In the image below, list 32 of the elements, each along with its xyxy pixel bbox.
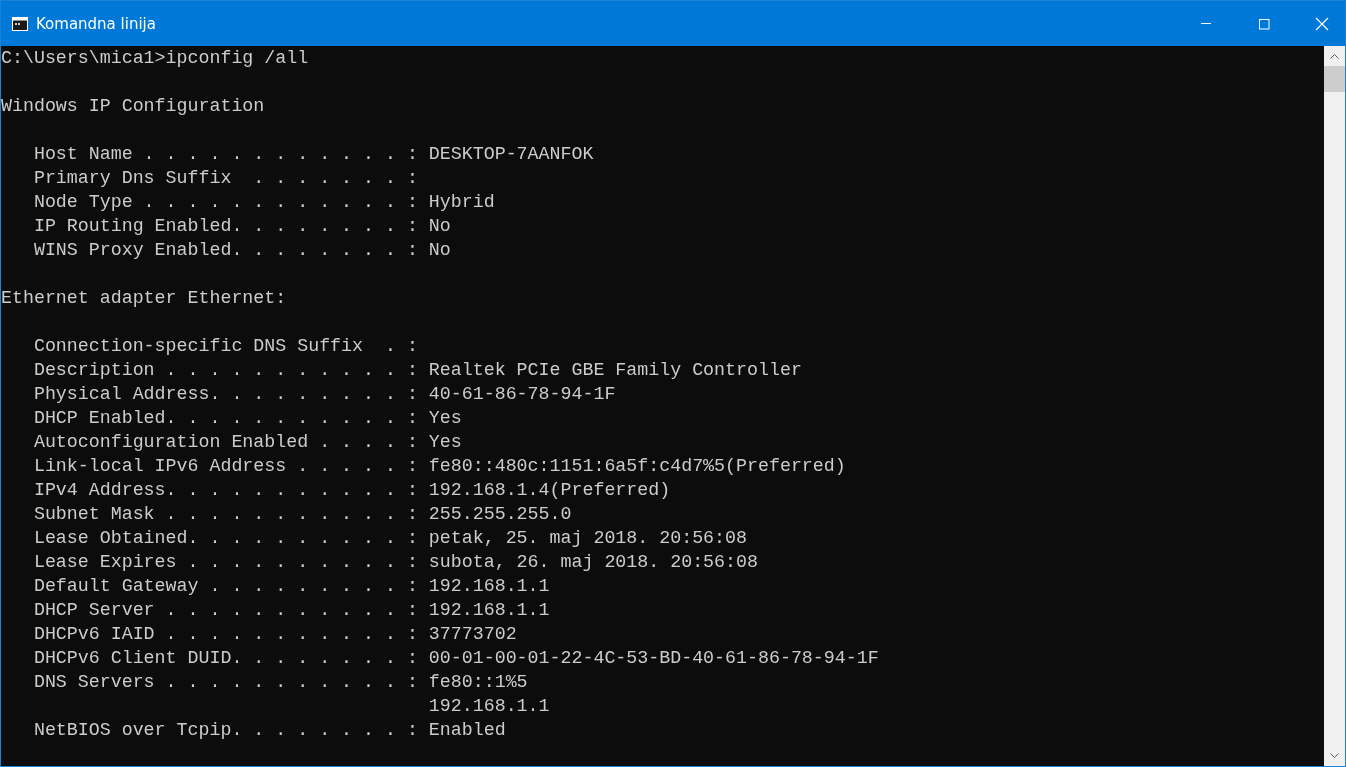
console-line: Windows IP Configuration [1, 95, 265, 118]
console-app-icon [12, 16, 28, 31]
console-line: DHCPv6 IAID . . . . . . . . . . . : 37773702 [32, 623, 517, 646]
console-line: 192.168.1.1 [427, 695, 550, 718]
console-line: Physical Address. . . . . . . . . : 40-61-86-78-94-1F [32, 383, 616, 406]
console-line: Description . . . . . . . . . . . : Realtek PCIe GBE Family Controller [32, 359, 802, 382]
console-line: DHCP Server . . . . . . . . . . . : 192.168.1.1 [32, 599, 550, 622]
console-line: Lease Obtained. . . . . . . . . . : petak, 25. maj 2018. 20:56:08 [32, 527, 747, 550]
vertical-scrollbar[interactable] [1324, 46, 1345, 766]
console-line: Lease Expires . . . . . . . . . . : subota, 26. maj 2018. 20:56:08 [32, 551, 758, 574]
minimize-icon [1201, 23, 1211, 24]
console-line: IPv4 Address. . . . . . . . . . . : 192.168.1.4(Preferred) [32, 479, 671, 502]
console-line: Connection-specific DNS Suffix . : [32, 335, 418, 358]
console-line: C:\Users\mica1>ipconfig /all [1, 47, 309, 70]
console-line: DHCP Enabled. . . . . . . . . . . : Yes [32, 407, 462, 430]
console-line: Subnet Mask . . . . . . . . . . . : 255.255.255.0 [32, 503, 572, 526]
console-line: WINS Proxy Enabled. . . . . . . . : No [32, 239, 451, 262]
console-line: DHCPv6 Client DUID. . . . . . . . : 00-01-00-01-22-4C-53-BD-40-61-86-78-94-1F [32, 647, 879, 670]
console-line: NetBIOS over Tcpip. . . . . . . . : Enabled [32, 719, 506, 742]
console-line: Host Name . . . . . . . . . . . . : DESKTOP-7AANFOK [32, 143, 594, 166]
console-line: Primary Dns Suffix . . . . . . . : [32, 167, 418, 190]
maximize-icon [1258, 17, 1270, 30]
scrollbar-thumb[interactable] [1324, 66, 1345, 92]
console-line: Autoconfiguration Enabled . . . . : Yes [32, 431, 462, 454]
console-line: DNS Servers . . . . . . . . . . . : fe80::1%5 [32, 671, 528, 694]
console-line: Ethernet adapter Ethernet: [1, 287, 287, 310]
console-line: Default Gateway . . . . . . . . . : 192.168.1.1 [32, 575, 550, 598]
close-icon [1315, 16, 1329, 31]
window-title: Komandna linija [36, 14, 157, 33]
console-line: Link-local IPv6 Address . . . . . : fe80::480c:1151:6a5f:c4d7%5(Preferred) [32, 455, 846, 478]
console-line: Node Type . . . . . . . . . . . . : Hybrid [32, 191, 495, 214]
console-line: IP Routing Enabled. . . . . . . . : No [32, 215, 451, 238]
